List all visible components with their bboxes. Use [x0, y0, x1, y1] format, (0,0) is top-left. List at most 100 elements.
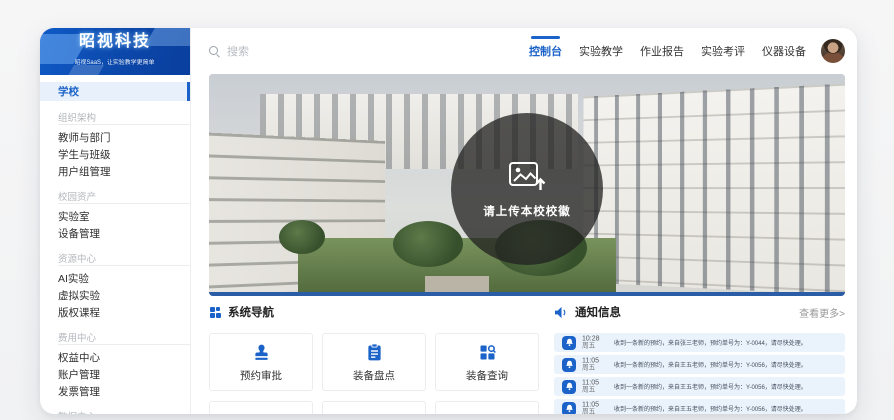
nav-tab[interactable]: 实验考评	[701, 28, 745, 74]
banner-tree	[279, 220, 325, 254]
sidebar-item-label: 账户管理	[58, 367, 100, 382]
sidebar-item-label: 发票管理	[58, 384, 100, 399]
nav-card-partial[interactable]	[209, 401, 313, 414]
main-area: 搜索 控制台 实验教学 作业报告	[191, 28, 857, 414]
nav-tab[interactable]: 实验教学	[579, 28, 623, 74]
sidebar-item[interactable]: 版权课程	[40, 304, 190, 321]
search-icon	[209, 46, 220, 57]
app-logo: 昭视科技 昭视SaaS，让实验教学更简单	[40, 28, 190, 75]
nav-card-label: 预约审批	[240, 368, 282, 383]
sidebar-menu: 学校 组织架构 教师与部门 学生与班级 用户组管理	[40, 75, 190, 414]
clipboard-icon	[364, 342, 385, 363]
stamp-icon	[251, 342, 272, 363]
nav-card-query[interactable]: 装备查询	[435, 333, 539, 391]
nav-card-partial[interactable]	[322, 401, 426, 414]
view-more-link[interactable]: 查看更多>	[799, 305, 845, 320]
sidebar-item[interactable]: 权益中心	[40, 349, 190, 366]
banner-building-right	[583, 83, 845, 296]
nav-card-partial[interactable]	[435, 401, 539, 414]
upload-image-icon	[508, 160, 546, 193]
upload-logo-button[interactable]: 请上传本校校徽	[451, 113, 603, 265]
sidebar-item: 数据中心	[58, 409, 190, 414]
sidebar-item: 费用中心	[58, 330, 190, 345]
bell-icon	[562, 402, 576, 415]
notification-item[interactable]: 11:05周五 收到一条新的预约，来自王五老师，预约单号为：Y-0056，请尽快…	[554, 377, 845, 396]
notifications-header: 通知信息 查看更多>	[554, 304, 845, 320]
notification-item[interactable]: 10:28周五 收到一条新的预约，来自张三老师，预约单号为：Y-0044，请尽快…	[554, 333, 845, 352]
sidebar-item[interactable]: 虚拟实验	[40, 287, 190, 304]
banner-bottom-band	[209, 292, 845, 296]
bottom-panels: 系统导航 预约审批	[209, 304, 845, 414]
logo-decor-shape	[144, 28, 190, 46]
nav-tab-label: 控制台	[529, 43, 562, 59]
sidebar-item-label: 数据中心	[58, 409, 96, 414]
notification-time: 11:05周五	[582, 379, 602, 395]
brand-tagline: 昭视SaaS，让实验教学更简单	[54, 53, 175, 69]
sidebar-item[interactable]: 账户管理	[40, 366, 190, 383]
nav-card-label: 装备查询	[466, 368, 508, 383]
nav-tab-label: 作业报告	[640, 43, 684, 59]
nav-card-label: 装备盘点	[353, 368, 395, 383]
nav-card-approval[interactable]: 预约审批	[209, 333, 313, 391]
notification-item[interactable]: 11:05周五 收到一条新的预约，来自王五老师，预约单号为：Y-0056，请尽快…	[554, 355, 845, 374]
sidebar-item[interactable]: AI实验	[40, 270, 190, 287]
notification-item[interactable]: 11:05周五 收到一条新的预约，来自王五老师，预约单号为：Y-0056，请尽快…	[554, 399, 845, 414]
system-nav-panel: 系统导航 预约审批	[209, 304, 539, 414]
notification-time: 10:28周五	[582, 335, 602, 351]
notifications-panel: 通知信息 查看更多>	[554, 304, 845, 414]
nav-tab[interactable]: 仪器设备	[762, 28, 806, 74]
sidebar-item-label: 设备管理	[58, 226, 100, 241]
notification-text: 收到一条新的预约，来自王五老师，预约单号为：Y-0056，请尽快处理。	[614, 360, 748, 369]
sidebar-item: 组织架构	[58, 110, 190, 125]
sidebar-item-label: AI实验	[58, 271, 89, 286]
nav-tab[interactable]: 作业报告	[640, 28, 684, 74]
sidebar: 昭视科技 昭视SaaS，让实验教学更简单 学校 组织架构 教师与部门	[40, 28, 191, 414]
search-placeholder: 搜索	[227, 43, 249, 59]
nav-tab-label: 实验考评	[701, 43, 745, 59]
sidebar-item-label: 教师与部门	[58, 130, 111, 145]
nav-tab-label: 实验教学	[579, 43, 623, 59]
sidebar-item-label: 学生与班级	[58, 147, 111, 162]
notification-list: 10:28周五 收到一条新的预约，来自张三老师，预约单号为：Y-0044，请尽快…	[554, 333, 845, 414]
nav-card-inventory[interactable]: 装备盘点	[322, 333, 426, 391]
sidebar-item-label: 组织架构	[58, 110, 96, 124]
sidebar-item-label: 虚拟实验	[58, 288, 100, 303]
panel-title: 通知信息	[575, 304, 621, 320]
sidebar-item[interactable]: 实验室	[40, 208, 190, 225]
sidebar-item-label: 校园资产	[58, 189, 96, 203]
panel-title: 系统导航	[228, 304, 274, 320]
sidebar-item: 资源中心	[58, 251, 190, 266]
sidebar-item-label: 实验室	[58, 209, 90, 224]
apps-grid-icon	[209, 306, 222, 319]
nav-tab[interactable]: 控制台	[529, 28, 562, 74]
sidebar-item[interactable]: 设备管理	[40, 225, 190, 242]
sidebar-item[interactable]: 学校	[40, 82, 190, 101]
sidebar-item[interactable]: 教师与部门	[40, 129, 190, 146]
notification-time: 11:05周五	[582, 357, 602, 373]
sidebar-item-label: 用户组管理	[58, 164, 111, 179]
user-avatar[interactable]	[821, 39, 845, 63]
sidebar-item-label: 学校	[58, 84, 79, 99]
sidebar-item-label: 资源中心	[58, 251, 96, 265]
sidebar-item[interactable]: 发票管理	[40, 383, 190, 400]
nav-tab-label: 仪器设备	[762, 43, 806, 59]
app-window: 昭视科技 昭视SaaS，让实验教学更简单 学校 组织架构 教师与部门	[40, 28, 857, 414]
school-banner-photo: 请上传本校校徽	[209, 74, 845, 296]
sidebar-item[interactable]: 用户组管理	[40, 163, 190, 180]
bell-icon	[562, 358, 576, 372]
grid-search-icon	[477, 342, 498, 363]
notification-time: 11:05周五	[582, 401, 602, 414]
notification-text: 收到一条新的预约，来自张三老师，预约单号为：Y-0044，请尽快处理。	[614, 338, 748, 347]
sidebar-item[interactable]: 学生与班级	[40, 146, 190, 163]
sidebar-item-label: 版权课程	[58, 305, 100, 320]
top-nav-tabs: 控制台 实验教学 作业报告 实验考评	[529, 28, 806, 74]
nav-cards-row-2	[209, 401, 539, 414]
sidebar-item: 校园资产	[58, 189, 190, 204]
search-input[interactable]: 搜索	[209, 43, 249, 59]
notification-text: 收到一条新的预约，来自王五老师，预约单号为：Y-0056，请尽快处理。	[614, 382, 748, 391]
sidebar-item-label: 费用中心	[58, 330, 96, 344]
sidebar-item-label: 权益中心	[58, 350, 100, 365]
notification-text: 收到一条新的预约，来自王五老师，预约单号为：Y-0056，请尽快处理。	[614, 404, 748, 413]
upload-hint-text: 请上传本校校徽	[483, 203, 571, 219]
brand-title: 昭视科技	[79, 34, 151, 50]
